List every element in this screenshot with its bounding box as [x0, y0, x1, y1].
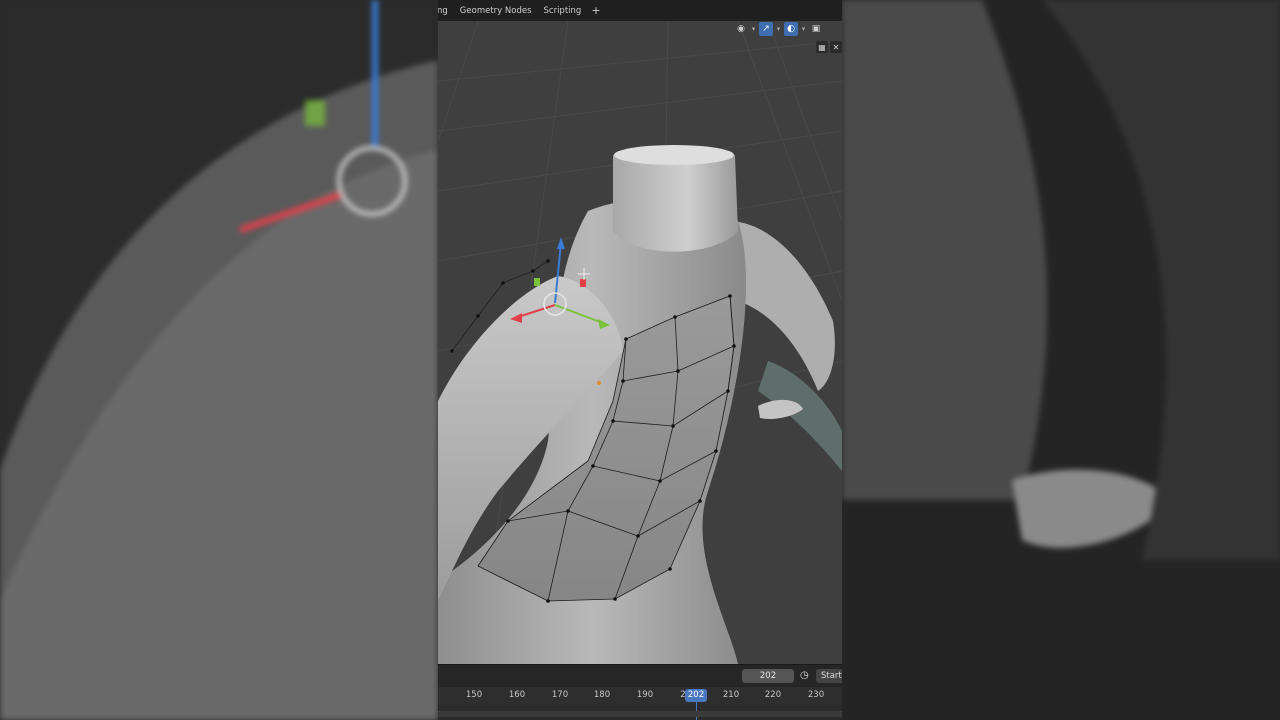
gizmo-icon[interactable]: ↗	[759, 22, 773, 36]
current-frame-field[interactable]: 202	[742, 669, 794, 683]
frame-ruler[interactable]: 150 160 170 180 190 2 210 220 230 202	[438, 687, 842, 705]
chevron-down-icon[interactable]: ▾	[775, 25, 782, 33]
viewport-mini-tools: ▦ ✕	[816, 41, 842, 53]
close-icon[interactable]: ✕	[830, 41, 842, 53]
chevron-down-icon[interactable]: ▾	[800, 25, 807, 33]
tab-scripting[interactable]: Scripting	[538, 6, 588, 16]
tab-geometry-nodes[interactable]: Geometry Nodes	[454, 6, 538, 16]
blurred-background-left	[0, 0, 438, 720]
timeline-header: 202 ◷ Start	[438, 665, 842, 687]
clock-icon[interactable]: ◷	[800, 670, 812, 682]
mesh-select-icon[interactable]: ▦	[816, 41, 828, 53]
frame-tick: 210	[722, 690, 740, 700]
start-frame-field[interactable]: Start	[816, 669, 842, 683]
frame-tick: 150	[465, 690, 483, 700]
xray-icon[interactable]: ▣	[809, 22, 823, 36]
frame-tick: 160	[508, 690, 526, 700]
visibility-icon[interactable]: ◉	[734, 22, 748, 36]
frame-tick: 170	[551, 690, 569, 700]
viewport-header: ◉ ▾ ↗ ▾ ◐ ▾ ▣	[734, 21, 823, 37]
workspace-tab-bar: ng Geometry Nodes Scripting +	[438, 0, 842, 21]
frame-tick: 190	[636, 690, 654, 700]
frame-tick: 230	[807, 690, 825, 700]
3d-viewport[interactable]: ◉ ▾ ↗ ▾ ◐ ▾ ▣ ▦ ✕	[438, 21, 842, 664]
timeline-editor: 202 ◷ Start 150 160 170 180 190 2 210 22…	[438, 664, 842, 720]
timeline-scrollbar[interactable]	[438, 711, 842, 717]
chevron-down-icon[interactable]: ▾	[750, 25, 757, 33]
viewport-scene[interactable]	[438, 21, 842, 664]
neck-opening	[614, 145, 734, 165]
add-workspace-button[interactable]: +	[587, 4, 604, 17]
workspace-tab-partial[interactable]: ng	[438, 6, 454, 16]
frame-tick: 180	[593, 690, 611, 700]
blender-window: ng Geometry Nodes Scripting + ◉ ▾ ↗ ▾ ◐ …	[438, 0, 842, 720]
frame-tick: 220	[764, 690, 782, 700]
blurred-background-right	[842, 0, 1280, 720]
overlay-icon[interactable]: ◐	[784, 22, 798, 36]
